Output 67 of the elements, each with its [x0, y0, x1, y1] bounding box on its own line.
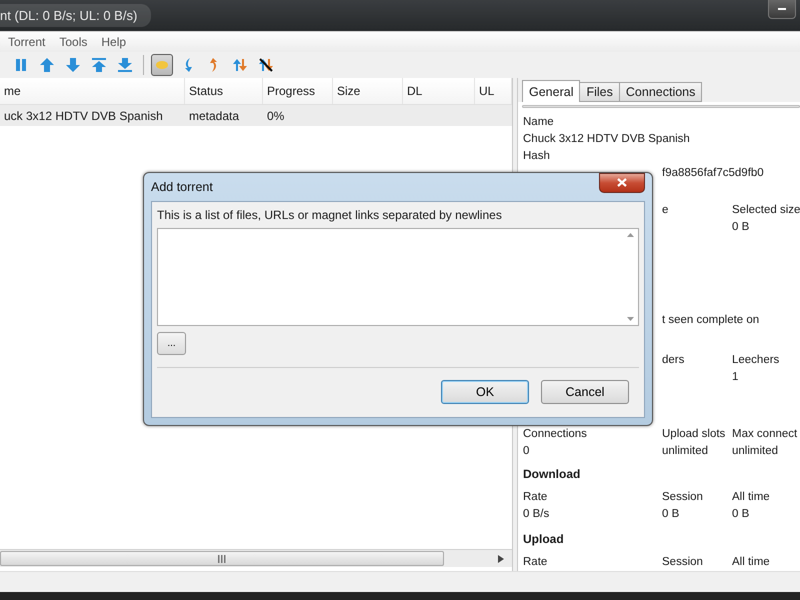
- detail-text: unlimited: [662, 444, 708, 459]
- menu-item[interactable]: Tools: [59, 35, 88, 49]
- section-heading: Upload: [523, 531, 564, 548]
- column-header[interactable]: Size: [333, 78, 403, 104]
- detail-text: Rate: [523, 490, 548, 505]
- scroll-down-icon[interactable]: [626, 317, 634, 321]
- minimize-button[interactable]: [768, 0, 796, 19]
- detail-text: Max connect: [732, 427, 798, 442]
- up-arrow-icon: [39, 57, 55, 73]
- browse-button[interactable]: ...: [157, 332, 186, 355]
- column-header[interactable]: UL: [475, 78, 512, 104]
- detail-text: 0 B: [662, 507, 680, 522]
- horizontal-scrollbar[interactable]: [0, 549, 512, 567]
- column-header[interactable]: Status: [185, 78, 263, 104]
- detail-text: Upload slots: [662, 427, 726, 442]
- column-header[interactable]: DL: [403, 78, 475, 104]
- table-cell-text: metadata: [188, 108, 240, 124]
- scroll-up-icon[interactable]: [626, 233, 634, 237]
- swap-arrows-icon: [232, 57, 248, 73]
- detail-text: f9a8856faf7c5d9fb0: [662, 166, 764, 181]
- menu-item[interactable]: Help: [101, 35, 126, 49]
- detail-text: 1: [732, 370, 738, 385]
- minimize-icon: [778, 8, 786, 10]
- detail-text: All time: [732, 555, 770, 570]
- detail-text: Selected size: [732, 203, 800, 218]
- detail-text: Name: [523, 115, 554, 130]
- window-title: nt (DL: 0 B/s; UL: 0 B/s): [0, 4, 152, 27]
- dialog-title: Add torrent: [151, 180, 213, 194]
- detail-text: Session: [662, 490, 703, 505]
- detail-text: e: [662, 203, 668, 218]
- scroll-right-icon[interactable]: [498, 554, 504, 562]
- detail-text: t seen complete on: [662, 313, 760, 328]
- tab[interactable]: Files: [579, 82, 620, 102]
- detail-text: All time: [732, 490, 770, 505]
- detail-text: Session: [662, 555, 703, 570]
- close-icon: [617, 178, 627, 187]
- menu-item[interactable]: Torrent: [8, 35, 46, 49]
- instruction-text: This is a list of files, URLs or magnet links separated by newlines: [157, 208, 503, 222]
- column-header[interactable]: Progress: [263, 78, 333, 104]
- detail-text: 0 B: [732, 220, 750, 235]
- detail-text: Rate: [523, 555, 548, 570]
- detail-text: Chuck 3x12 HDTV DVB Spanish: [523, 132, 690, 147]
- table-cell-text: uck 3x12 HDTV DVB Spanish: [3, 108, 164, 124]
- detail-text: Connections: [523, 427, 587, 442]
- detail-text: 0: [523, 444, 530, 459]
- detail-text: unlimited: [732, 444, 778, 459]
- detail-text: ders: [662, 353, 684, 368]
- crossed-arrows-icon: [258, 57, 274, 73]
- table-row[interactable]: uck 3x12 HDTV DVB Spanish metadata 0%: [0, 105, 512, 126]
- tab[interactable]: General: [522, 80, 580, 102]
- down-arrow-icon: [65, 57, 81, 73]
- close-button[interactable]: [599, 172, 645, 192]
- dialog-button[interactable]: Cancel: [541, 380, 629, 404]
- input-field[interactable]: [157, 228, 639, 326]
- tab[interactable]: Connections: [618, 82, 702, 102]
- pause-icon: [13, 57, 29, 73]
- table-cell-text: 0%: [266, 108, 286, 124]
- section-heading: Download: [523, 466, 580, 483]
- detail-text: Leechers: [732, 353, 780, 368]
- detail-text: Hash: [523, 149, 550, 164]
- detail-text: 0 B/s: [523, 507, 550, 522]
- dialog-button[interactable]: OK: [441, 380, 529, 404]
- detail-text: 0 B: [732, 507, 750, 522]
- move-bottom-icon: [117, 57, 133, 73]
- move-top-icon: [91, 57, 107, 73]
- column-header[interactable]: me: [0, 78, 185, 104]
- grip-icon: [218, 554, 226, 562]
